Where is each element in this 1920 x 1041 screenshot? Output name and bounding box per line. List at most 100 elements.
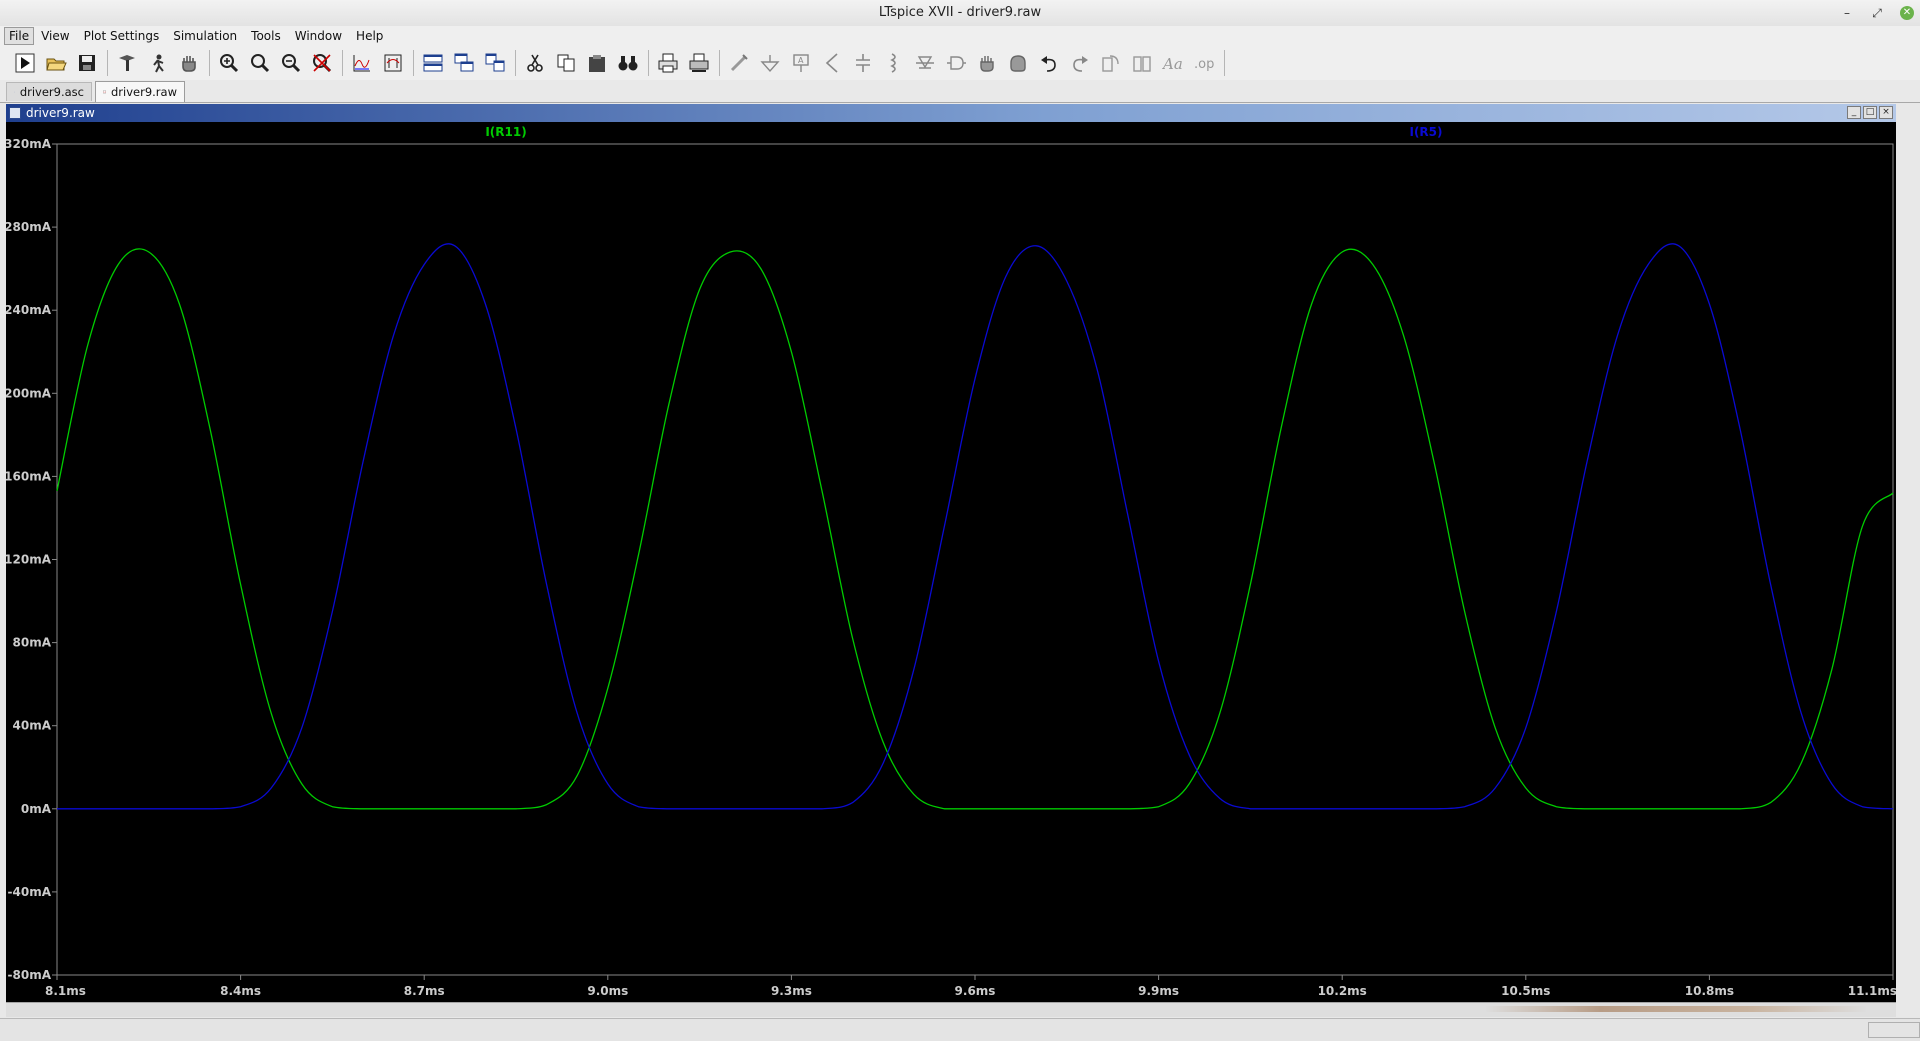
move-icon[interactable]: [974, 50, 1000, 76]
menu-view[interactable]: View: [34, 26, 76, 46]
mirror-icon[interactable]: [1129, 50, 1155, 76]
svg-text:.op: .op: [1194, 57, 1214, 72]
plot-background: [6, 122, 1896, 1002]
waveform-icon: [103, 90, 106, 94]
undo-icon[interactable]: [1036, 50, 1062, 76]
schematic-icon: [14, 91, 15, 93]
trace-label: I(R11): [485, 125, 526, 139]
rotate-icon[interactable]: [1098, 50, 1124, 76]
svg-text:A: A: [798, 56, 804, 65]
x-tick-label: 9.9ms: [1138, 984, 1179, 998]
menu-simulation[interactable]: Simulation: [166, 26, 244, 46]
status-bar: [0, 1018, 1920, 1041]
y-tick-label: 280mA: [6, 220, 52, 234]
ground-icon[interactable]: [757, 50, 783, 76]
menu-plot-settings[interactable]: Plot Settings: [77, 26, 167, 46]
toolbar-separator: [342, 50, 343, 76]
document-tab-bar: driver9.asc driver9.raw: [0, 80, 1920, 103]
redo-icon[interactable]: [1067, 50, 1093, 76]
copy-icon[interactable]: [553, 50, 579, 76]
svg-text:Aa: Aa: [1162, 55, 1183, 73]
x-tick-label: 9.3ms: [771, 984, 812, 998]
menu-tools[interactable]: Tools: [244, 26, 288, 46]
tile-vertical-icon[interactable]: [482, 50, 508, 76]
resistor-icon[interactable]: [819, 50, 845, 76]
rescale-icon[interactable]: [380, 50, 406, 76]
plot-close-icon[interactable]: ×: [1879, 106, 1893, 119]
plot-maximize-icon[interactable]: □: [1863, 106, 1877, 119]
scrollbar-thumb[interactable]: [1486, 1006, 1866, 1012]
plot-window-icon: [9, 107, 21, 119]
open-icon[interactable]: [43, 50, 69, 76]
window-title: LTspice XVII - driver9.raw: [878, 5, 1042, 20]
zoom-out-icon[interactable]: [278, 50, 304, 76]
menu-help[interactable]: Help: [349, 26, 390, 46]
cut-icon[interactable]: [522, 50, 548, 76]
label-icon[interactable]: A: [788, 50, 814, 76]
capacitor-icon[interactable]: [850, 50, 876, 76]
tab-driver9-raw[interactable]: driver9.raw: [95, 81, 185, 102]
window-title-bar: LTspice XVII - driver9.raw – ⤢ ✕: [0, 0, 1920, 27]
toolbar-separator: [413, 50, 414, 76]
y-tick-label: -80mA: [8, 968, 52, 982]
x-tick-label: 10.5ms: [1501, 984, 1550, 998]
y-tick-label: 40mA: [13, 719, 52, 733]
y-tick-label: 80mA: [13, 636, 52, 650]
y-tick-label: 120mA: [6, 553, 52, 567]
x-tick-label: 8.7ms: [404, 984, 445, 998]
plot-window-title-bar[interactable]: driver9.raw _ □ ×: [6, 104, 1896, 122]
save-icon[interactable]: [74, 50, 100, 76]
horizontal-scrollbar[interactable]: [6, 1002, 1896, 1017]
pan-hand-icon[interactable]: [176, 50, 202, 76]
inductor-icon[interactable]: [881, 50, 907, 76]
toolbar-separator: [1224, 50, 1225, 76]
x-tick-label: 11.1ms: [1848, 984, 1896, 998]
wire-icon[interactable]: [726, 50, 752, 76]
menu-file[interactable]: File: [4, 27, 35, 45]
tab-label: driver9.asc: [19, 85, 84, 99]
x-tick-label: 10.2ms: [1318, 984, 1367, 998]
toolbar-separator: [648, 50, 649, 76]
plot-window-title: driver9.raw: [26, 106, 95, 120]
trace-label: I(R5): [1409, 125, 1442, 139]
paste-icon[interactable]: [584, 50, 610, 76]
restore-icon[interactable]: ⤢: [1870, 6, 1884, 20]
find-icon[interactable]: [615, 50, 641, 76]
zoom-in-icon[interactable]: [216, 50, 242, 76]
diode-icon[interactable]: [912, 50, 938, 76]
autorange-icon[interactable]: [349, 50, 375, 76]
text-icon[interactable]: Aa: [1160, 50, 1186, 76]
waveform-plot[interactable]: 320mA 280mA 240mA 200mA 160mA 120mA 80mA 40mA 0m…: [6, 122, 1896, 1002]
spice-directive-icon[interactable]: .op: [1191, 50, 1217, 76]
toolbar-separator: [107, 50, 108, 76]
print-icon[interactable]: [655, 50, 681, 76]
component-icon[interactable]: [943, 50, 969, 76]
toolbar-separator: [719, 50, 720, 76]
y-tick-label: -40mA: [8, 885, 52, 899]
x-tick-label: 9.6ms: [955, 984, 996, 998]
cascade-icon[interactable]: [451, 50, 477, 76]
zoom-area-icon[interactable]: [247, 50, 273, 76]
menu-bar: File View Plot Settings Simulation Tools…: [0, 26, 1920, 46]
x-tick-label: 9.0ms: [587, 984, 628, 998]
drag-icon[interactable]: [1005, 50, 1031, 76]
tab-driver9-asc[interactable]: driver9.asc: [6, 82, 92, 101]
tab-label: driver9.raw: [111, 85, 177, 99]
print-setup-icon[interactable]: [686, 50, 712, 76]
zoom-cancel-icon[interactable]: [309, 50, 335, 76]
x-tick-label: 8.1ms: [45, 984, 86, 998]
plot-minimize-icon[interactable]: _: [1847, 106, 1861, 119]
control-panel-icon[interactable]: [114, 50, 140, 76]
close-icon[interactable]: ✕: [1900, 6, 1914, 20]
waveform-plot-pane[interactable]: 320mA 280mA 240mA 200mA 160mA 120mA 80mA 40mA 0m…: [6, 122, 1896, 1002]
menu-window[interactable]: Window: [288, 26, 349, 46]
run-icon[interactable]: [12, 50, 38, 76]
y-tick-label: 320mA: [6, 137, 52, 151]
y-tick-label: 200mA: [6, 386, 52, 400]
minimize-icon[interactable]: –: [1840, 6, 1854, 20]
y-tick-label: 240mA: [6, 303, 52, 317]
plot-window-controls: _ □ ×: [1847, 106, 1893, 119]
halt-icon[interactable]: [145, 50, 171, 76]
x-tick-label: 8.4ms: [220, 984, 261, 998]
tile-horizontal-icon[interactable]: [420, 50, 446, 76]
